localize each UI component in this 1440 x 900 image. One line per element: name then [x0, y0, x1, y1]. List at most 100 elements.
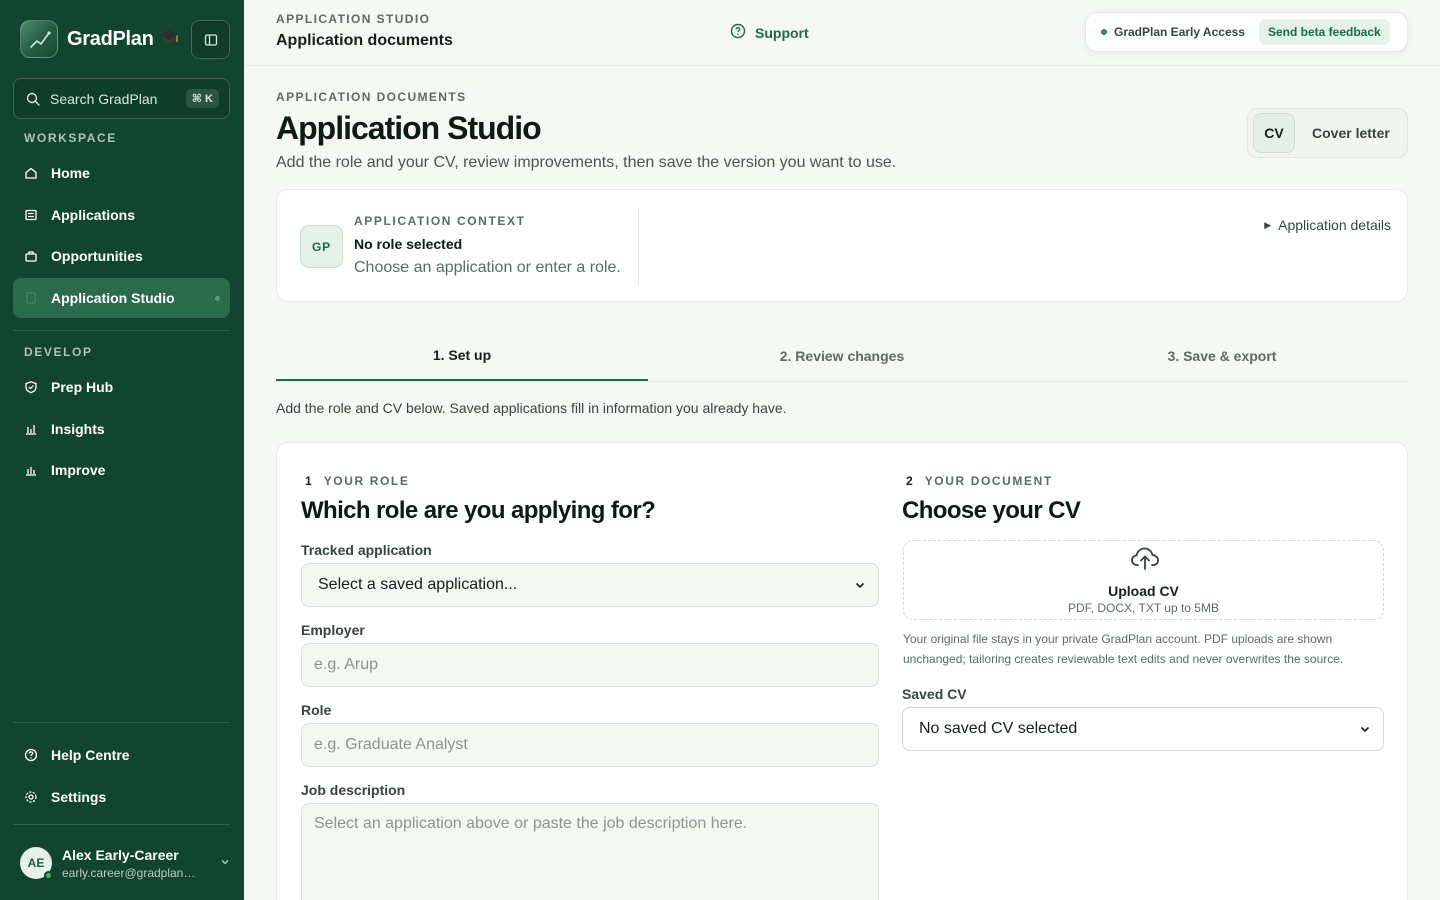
sidebar-item-prep-hub[interactable]: Prep Hub	[13, 367, 230, 407]
section-number: 1	[305, 474, 312, 488]
sidebar-item-insights[interactable]: Insights	[13, 409, 230, 449]
brand-name: GradPlan	[67, 27, 154, 50]
toggle-cv[interactable]: CV	[1253, 113, 1295, 153]
document-section-title: Choose your CV	[902, 497, 1081, 524]
send-feedback-button[interactable]: Send beta feedback	[1258, 19, 1390, 45]
applications-icon	[24, 208, 38, 222]
upload-title: Upload CV	[1108, 583, 1179, 599]
sidebar-item-label: Improve	[51, 462, 106, 478]
role-label: Role	[301, 702, 332, 718]
sidebar-item-label: Prep Hub	[51, 379, 114, 395]
chevron-down-icon	[1360, 726, 1370, 733]
user-menu[interactable]: AE Alex Early-Career early.career@gradpl…	[20, 843, 230, 883]
sidebar-divider	[13, 330, 230, 331]
role-section-title: Which role are you applying for?	[301, 497, 656, 524]
upload-subtitle: PDF, DOCX, TXT up to 5MB	[1068, 601, 1219, 615]
cloud-upload-icon	[1130, 545, 1160, 578]
sidebar-item-opportunities[interactable]: Opportunities	[13, 236, 230, 276]
saved-cv-label: Saved CV	[902, 686, 967, 702]
sidebar-item-label: Insights	[51, 421, 105, 437]
sidebar-item-help-centre[interactable]: Help Centre	[13, 735, 230, 775]
bar-chart-icon	[24, 463, 38, 477]
setup-form-card: 1 YOUR ROLE Which role are you applying …	[276, 442, 1408, 900]
sidebar-item-home[interactable]: Home	[13, 153, 230, 193]
upload-cv-dropzone[interactable]: Upload CV PDF, DOCX, TXT up to 5MB	[903, 540, 1384, 620]
workspace-label: WORKSPACE	[24, 131, 117, 145]
page-title: Application documents	[276, 32, 453, 49]
search-input[interactable]: Search GradPlan ⌘ K	[13, 78, 230, 119]
brand[interactable]: GradPlan	[20, 20, 180, 58]
sidebar-item-label: Applications	[51, 207, 136, 223]
bar-chart-icon	[24, 422, 38, 436]
document-type-toggle: CV Cover letter	[1247, 108, 1408, 158]
section-eyebrow-label: YOUR ROLE	[323, 474, 410, 488]
gear-icon	[24, 790, 38, 804]
job-description-textarea[interactable]	[301, 803, 879, 900]
beta-banner: GradPlan Early Access Send beta feedback	[1085, 12, 1408, 52]
support-label: Support	[755, 24, 809, 41]
sidebar-item-application-studio[interactable]: Application Studio	[13, 278, 230, 318]
help-icon	[730, 23, 746, 42]
status-dot	[1101, 29, 1107, 35]
sidebar-item-applications[interactable]: Applications	[13, 195, 230, 235]
sidebar-item-label: Opportunities	[51, 248, 143, 264]
sidebar: GradPlan Search GradPlan ⌘ K WORKSPACE H…	[0, 0, 244, 900]
section-number: 2	[906, 474, 913, 488]
tracked-application-label: Tracked application	[301, 542, 432, 558]
tracked-application-select[interactable]: Select a saved application...	[301, 563, 879, 607]
caret-right-icon: ▶	[1264, 219, 1272, 230]
briefcase-icon	[24, 249, 38, 263]
select-value: No saved CV selected	[919, 720, 1078, 737]
employer-label: Employer	[301, 622, 365, 638]
user-name: Alex Early-Career	[62, 846, 179, 863]
document-section-eyebrow: 2 YOUR DOCUMENT	[906, 474, 1053, 488]
develop-label: DEVELOP	[24, 345, 93, 359]
sidebar-toggle-icon	[204, 33, 217, 46]
details-label: Application details	[1278, 217, 1391, 233]
graduation-cap-icon	[158, 26, 180, 53]
user-email: early.career@gradplan.com	[62, 865, 198, 880]
collapse-sidebar-button[interactable]	[191, 20, 230, 59]
application-details-toggle[interactable]: ▶ Application details	[1264, 217, 1391, 233]
sidebar-item-improve[interactable]: Improve	[13, 450, 230, 490]
context-subtitle: Choose an application or enter a role.	[354, 259, 621, 276]
saved-cv-select[interactable]: No saved CV selected	[902, 707, 1384, 751]
application-context-card: GP APPLICATION CONTEXT No role selected …	[276, 189, 1408, 302]
search-placeholder: Search GradPlan	[50, 90, 158, 107]
sidebar-divider	[13, 722, 230, 723]
sidebar-item-settings[interactable]: Settings	[13, 777, 230, 817]
chevron-down-icon	[220, 857, 230, 870]
tab-set-up[interactable]: 1. Set up	[276, 330, 648, 381]
avatar: AE	[20, 847, 53, 880]
role-input[interactable]	[301, 723, 879, 767]
context-badge: GP	[300, 225, 343, 268]
select-value: Select a saved application...	[318, 576, 518, 593]
topbar-eyebrow: APPLICATION STUDIO	[276, 12, 431, 26]
active-indicator	[215, 296, 220, 301]
support-link[interactable]: Support	[730, 23, 809, 42]
home-icon	[24, 166, 38, 180]
sidebar-item-label: Application Studio	[51, 290, 175, 306]
search-icon	[26, 92, 40, 106]
document-icon	[24, 291, 38, 305]
context-divider	[638, 207, 639, 286]
steps-note: Add the role and CV below. Saved applica…	[276, 400, 787, 416]
search-shortcut: ⌘ K	[185, 89, 219, 108]
main-title: Application Studio	[276, 110, 542, 146]
context-eyebrow: APPLICATION CONTEXT	[354, 214, 526, 228]
sidebar-divider	[13, 824, 230, 825]
tab-save-export[interactable]: 3. Save & export	[1036, 330, 1408, 381]
tab-review-changes[interactable]: 2. Review changes	[648, 330, 1036, 381]
help-icon	[24, 748, 38, 762]
upload-note: Your original file stays in your private…	[903, 632, 1344, 666]
chevron-down-icon	[855, 582, 865, 589]
avatar-initials: AE	[27, 856, 45, 870]
context-title: No role selected	[354, 236, 463, 252]
employer-input[interactable]	[301, 643, 879, 687]
logo	[20, 20, 58, 58]
beta-label: GradPlan Early Access	[1114, 25, 1245, 39]
toggle-cover-letter[interactable]: Cover letter	[1312, 125, 1390, 141]
job-description-label: Job description	[301, 782, 406, 798]
sidebar-item-label: Home	[51, 165, 90, 181]
sidebar-item-label: Help Centre	[51, 747, 130, 763]
